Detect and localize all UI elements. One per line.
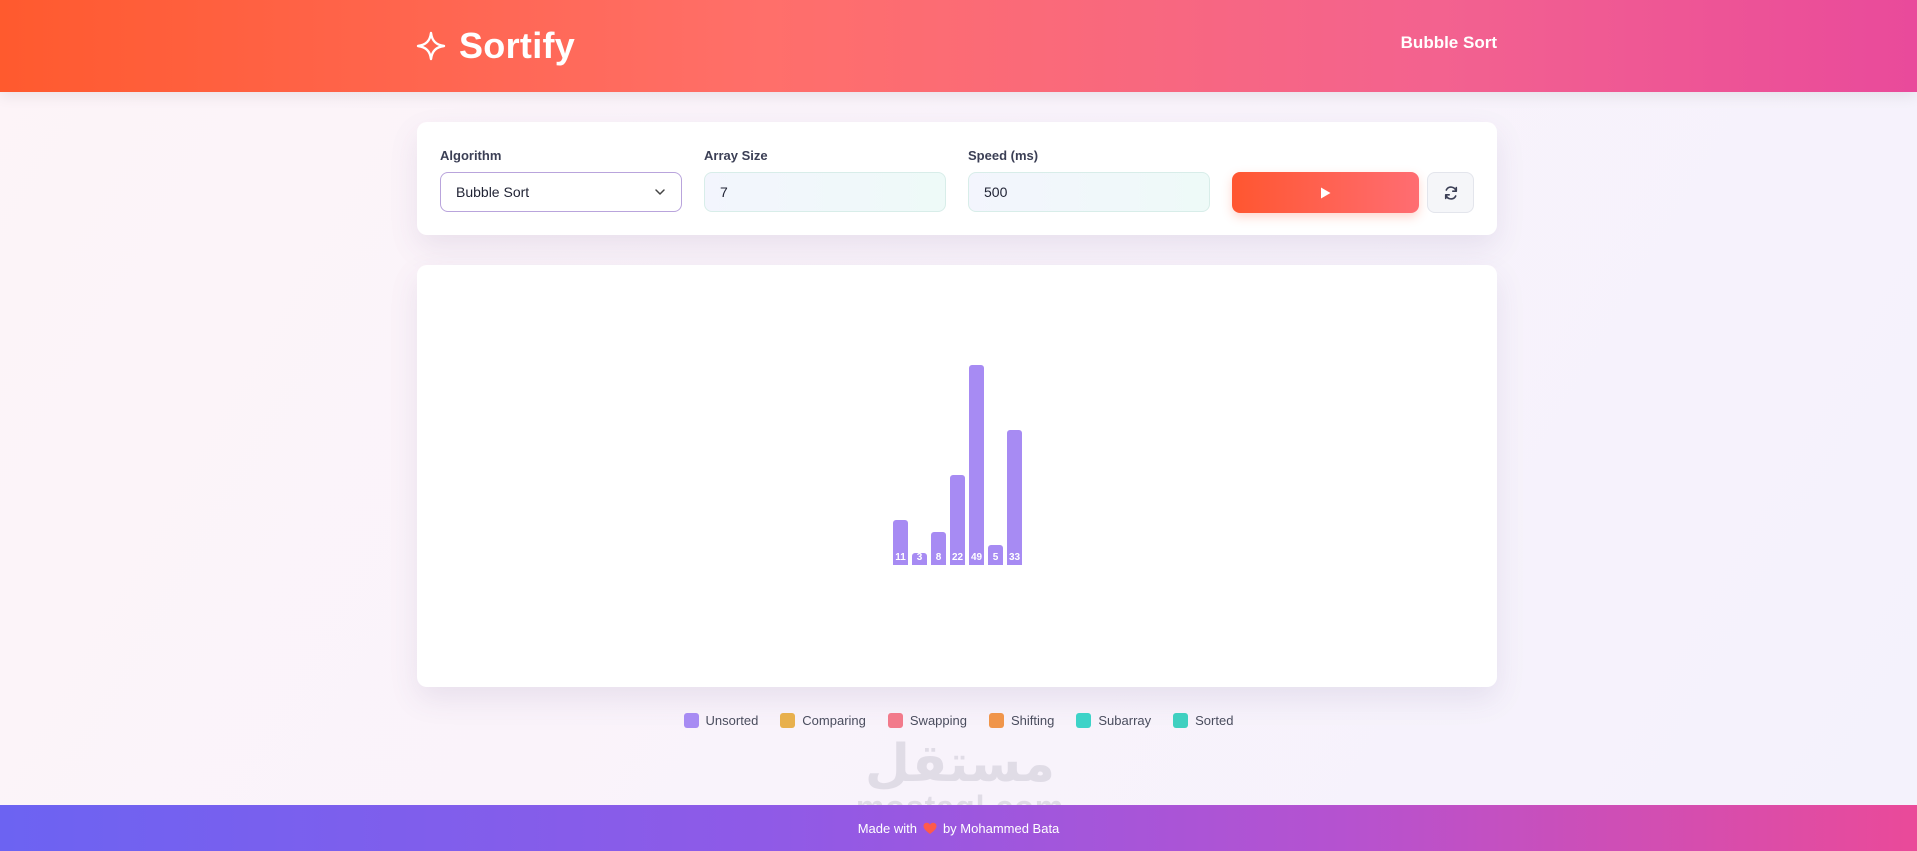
brand-name: Sortify	[459, 25, 576, 66]
speed-input[interactable]: 500	[968, 172, 1210, 212]
brand[interactable]: Sortify	[415, 22, 575, 70]
legend-item: Unsorted	[683, 712, 759, 728]
legend-item: Sorted	[1173, 712, 1233, 728]
current-algorithm-link[interactable]: Bubble Sort	[1401, 33, 1497, 53]
play-button[interactable]	[1232, 172, 1419, 213]
algorithm-select[interactable]: Bubble Sort	[440, 172, 682, 212]
app-header: Sortify Bubble Sort	[0, 0, 1917, 92]
bar-value-label: 22	[951, 552, 964, 563]
legend-label: Comparing	[802, 712, 866, 728]
legend: Unsorted Comparing Swapping Shifting Subarra…	[0, 712, 1917, 728]
refresh-icon	[1444, 185, 1457, 200]
legend-label: Swapping	[909, 712, 967, 728]
legend-swatch	[683, 712, 699, 728]
bar: 3	[912, 552, 927, 565]
speed-value: 500	[984, 184, 1008, 200]
bar: 5	[988, 545, 1003, 565]
bar: 22	[950, 475, 965, 565]
array-size-field: Array Size 7	[704, 148, 946, 212]
bar: 49	[969, 365, 984, 565]
bar-value-label: 49	[970, 552, 983, 563]
legend-item: Swapping	[887, 712, 967, 728]
legend-swatch	[1173, 712, 1189, 728]
heart-icon	[923, 822, 937, 834]
array-size-input[interactable]: 7	[704, 172, 946, 212]
sparkle-icon	[416, 31, 446, 61]
bar-value-label: 3	[916, 552, 923, 563]
bar-value-label: 11	[895, 552, 906, 563]
algorithm-select-value: Bubble Sort	[456, 184, 530, 200]
bar-value-label: 8	[935, 552, 942, 563]
legend-item: Comparing	[780, 712, 866, 728]
speed-label: Speed (ms)	[968, 148, 1039, 163]
legend-label: Subarray	[1098, 712, 1152, 728]
legend-item: Subarray	[1076, 712, 1151, 728]
reset-button[interactable]	[1427, 172, 1474, 213]
footer-prefix: Made with	[857, 820, 917, 836]
bar: 33	[1007, 430, 1022, 565]
controls-panel: Algorithm Bubble Sort Array Size 7 Speed…	[417, 122, 1497, 235]
algorithm-field: Algorithm Bubble Sort	[440, 148, 682, 212]
speed-field: Speed (ms) 500	[968, 148, 1210, 212]
play-icon	[1321, 187, 1331, 198]
bar: 8	[931, 532, 946, 565]
algorithm-label: Algorithm	[440, 148, 502, 163]
legend-label: Sorted	[1195, 712, 1234, 728]
legend-item: Shifting	[989, 712, 1054, 728]
footer-suffix: by Mohammed Bata	[942, 820, 1060, 836]
legend-label: Shifting	[1011, 712, 1055, 728]
legend-swatch	[780, 712, 796, 728]
bar-chart: 11 3 8 22 49 5 33	[417, 265, 1497, 687]
chevron-down-icon	[655, 189, 665, 195]
legend-swatch	[1076, 712, 1092, 728]
footer: Made with by Mohammed Bata	[0, 805, 1917, 851]
array-size-label: Array Size	[704, 148, 768, 163]
watermark-logo: مستقل	[864, 734, 1056, 794]
legend-swatch	[887, 712, 903, 728]
array-size-value: 7	[720, 184, 728, 200]
bar: 11	[893, 520, 908, 565]
visualizer-panel: 11 3 8 22 49 5 33	[417, 265, 1497, 687]
bar-value-label: 33	[1008, 552, 1021, 563]
legend-label: Unsorted	[705, 712, 759, 728]
bar-value-label: 5	[992, 552, 999, 563]
legend-swatch	[989, 712, 1004, 728]
